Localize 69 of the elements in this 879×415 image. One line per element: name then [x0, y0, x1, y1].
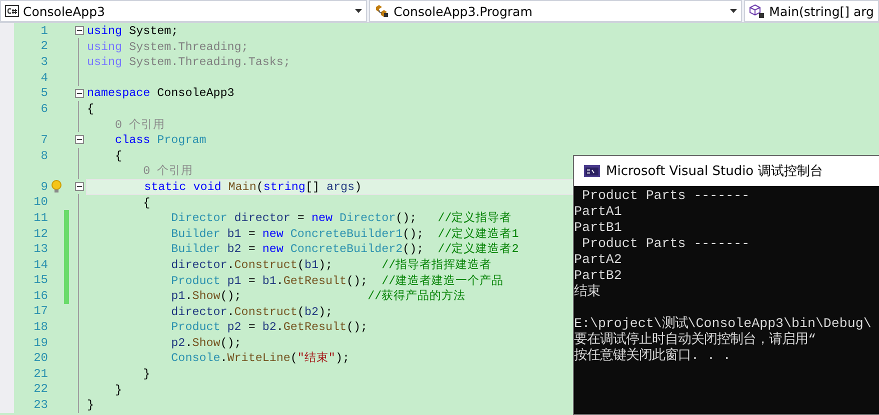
class-icon — [374, 4, 390, 18]
code-line: namespace ConsoleApp3 — [87, 85, 234, 102]
window-title: Microsoft Visual Studio 调试控制台 — [606, 163, 823, 180]
code-line: director.Construct(b1); //指导者指挥建造者 — [170, 256, 492, 273]
console-output: PartA1 — [574, 204, 622, 220]
csharp-file-icon — [5, 4, 19, 18]
line-number: 1 — [40, 22, 48, 39]
line-number: 20 — [32, 350, 48, 366]
console-output: 要在调试停止时自动关闭控制台，请启用“ — [574, 332, 816, 348]
dropdown[interactable]: ConsoleApp3 — [0, 0, 367, 22]
line-number: 5 — [40, 85, 48, 102]
line-number: 18 — [32, 319, 48, 336]
collapse-icon[interactable] — [74, 26, 84, 36]
code-line: { — [142, 194, 150, 211]
line-number: 7 — [40, 132, 48, 148]
line-number: 16 — [32, 288, 48, 304]
console-output: PartB2 — [574, 268, 622, 284]
code-line: { — [87, 100, 94, 117]
code-line: Builder b2 = new ConcreteBuilder2(); //定义建造者2 — [170, 241, 519, 258]
console-output: Product Parts ------- — [580, 236, 750, 252]
line-number: 10 — [32, 194, 48, 210]
caret-icon — [354, 9, 362, 13]
dropdown[interactable]: Main(string[] arg — [744, 0, 879, 22]
line-number: 11 — [32, 210, 48, 226]
method-icon — [749, 4, 766, 18]
line-number: 13 — [32, 241, 48, 258]
line-number: 15 — [32, 272, 48, 288]
line-number: 3 — [40, 54, 48, 70]
line-number: 2 — [40, 38, 48, 54]
line-number: 6 — [40, 100, 48, 117]
console-output: Product Parts ------- — [580, 188, 750, 204]
code-line: } — [87, 397, 94, 414]
code-line: using System; — [87, 23, 178, 39]
dropdown[interactable]: ConsoleApp3.Program — [368, 0, 742, 22]
code-line: { — [114, 148, 122, 164]
line-number: 22 — [32, 381, 48, 398]
code-line: Console.WriteLine("结束"); — [170, 350, 350, 366]
code-line: using System.Threading; — [87, 38, 248, 55]
code-line: p1.Show(); //获得产品的方法 — [170, 288, 466, 304]
console-output: PartB1 — [574, 220, 622, 236]
code-line: director.Construct(b2); — [170, 304, 332, 320]
code-line: Builder b1 = new ConcreteBuilder1(); //定义建造者1 — [170, 226, 519, 242]
code-line: Product p2 = b2.GetResult(); — [170, 319, 368, 336]
console-output: E:\project\测试\ConsoleApp3\bin\Debug\ — [574, 316, 872, 332]
code-line: } — [114, 382, 122, 398]
line-number: 9 — [40, 178, 48, 195]
code-line: Product p1 = b1.GetResult(); //建造者建造一个产品 — [170, 272, 504, 288]
line-number: 21 — [32, 366, 48, 382]
line-number: 23 — [32, 397, 48, 414]
line-number: 12 — [32, 226, 48, 242]
line-number: 8 — [40, 148, 48, 164]
code-line: using System.Threading.Tasks; — [87, 54, 290, 70]
console-output: 结束 — [574, 284, 600, 300]
collapse-icon[interactable] — [74, 182, 84, 192]
code-line: } — [142, 366, 150, 382]
console-output: PartA2 — [574, 252, 622, 268]
collapse-icon[interactable] — [74, 88, 84, 98]
collapse-icon[interactable] — [74, 135, 84, 144]
console-output: 按任意键关闭此窗口. . . — [574, 348, 731, 364]
line-number: 14 — [32, 256, 48, 273]
code-line: Director director = new Director(); //定义指导者 — [170, 210, 512, 226]
code-line: static void Main(string[] args) — [143, 178, 362, 195]
caret-icon — [730, 9, 738, 13]
code-line: class Program — [114, 132, 206, 148]
code-line: p2.Show(); — [170, 334, 242, 351]
line-number: 17 — [32, 303, 48, 320]
line-number: 19 — [32, 334, 48, 351]
line-number: 4 — [40, 70, 48, 86]
console-icon — [584, 165, 600, 177]
